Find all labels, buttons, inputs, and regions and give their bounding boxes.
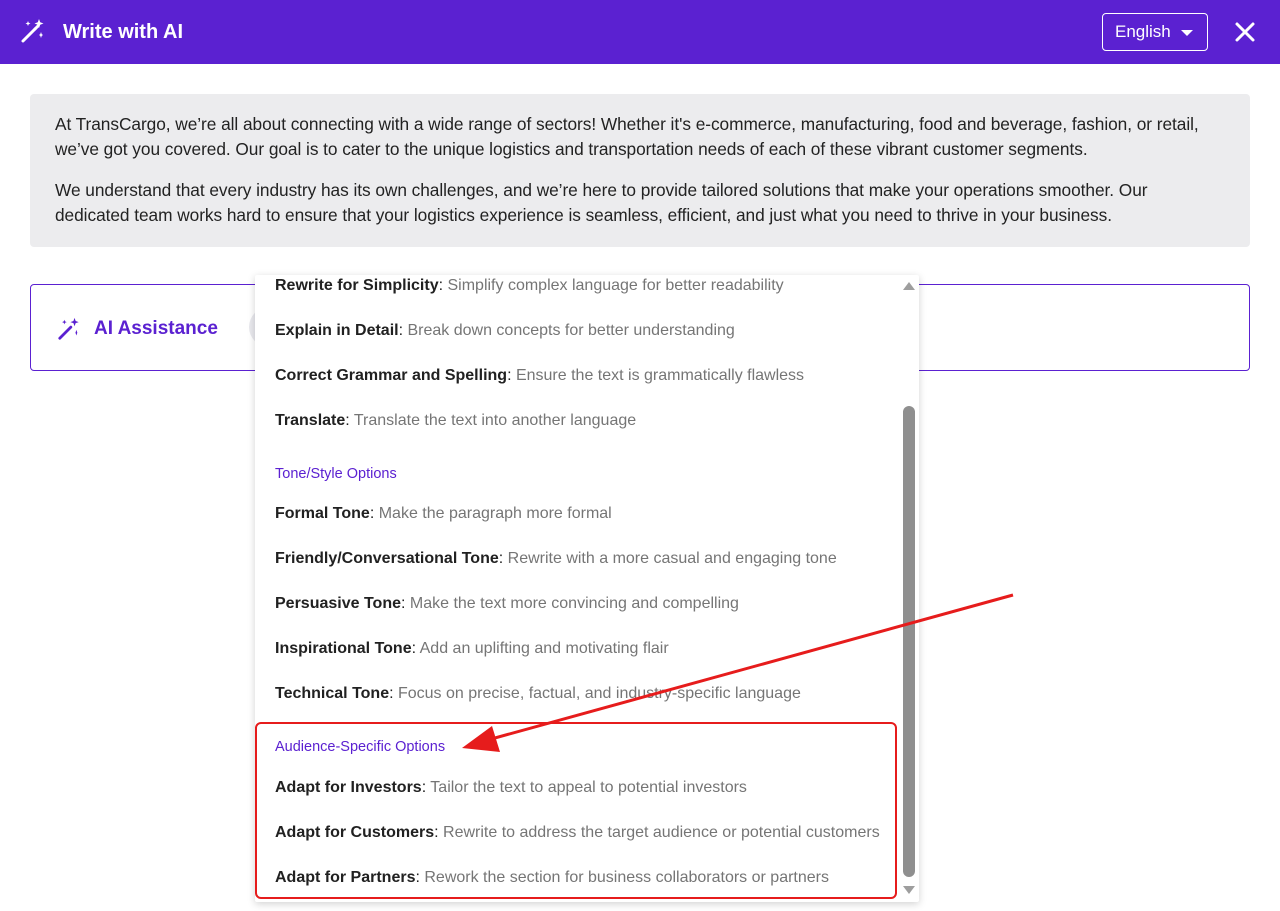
- magic-wand-icon: [58, 317, 79, 340]
- menu-item-description: Break down concepts for better understan…: [407, 322, 735, 339]
- section-heading-tone: Tone/Style Options: [275, 466, 397, 482]
- menu-item-description: Translate the text into another language: [353, 412, 637, 429]
- menu-item-name: Translate: [275, 412, 346, 429]
- menu-item-friendly-tone[interactable]: Friendly/Conversational Tone: Rewrite wi…: [275, 549, 837, 569]
- menu-item-description: Make the paragraph more formal: [378, 505, 612, 522]
- menu-item-inspirational-tone[interactable]: Inspirational Tone: Add an uplifting and…: [275, 639, 669, 659]
- menu-item-technical-tone[interactable]: Technical Tone: Focus on precise, factua…: [275, 684, 801, 704]
- menu-item-description: Add an uplifting and motivating flair: [419, 640, 669, 657]
- dialog-title: Write with AI: [63, 21, 183, 43]
- menu-item-separator: :: [507, 367, 516, 384]
- menu-item-description: Make the text more convincing and compel…: [409, 595, 739, 612]
- menu-item-name: Explain in Detail: [275, 322, 399, 339]
- menu-item-persuasive-tone[interactable]: Persuasive Tone: Make the text more conv…: [275, 594, 739, 614]
- menu-item-separator: :: [400, 595, 410, 612]
- language-select[interactable]: English: [1102, 13, 1208, 51]
- paragraph: We understand that every industry has it…: [55, 180, 1148, 225]
- menu-item-separator: :: [411, 640, 420, 657]
- menu-item-explain-detail[interactable]: Explain in Detail: Break down concepts f…: [275, 321, 735, 341]
- menu-item-separator: :: [369, 505, 379, 522]
- source-text-panel: At TransCargo, we’re all about connectin…: [30, 94, 1250, 247]
- menu-item-translate[interactable]: Translate: Translate the text into anoth…: [275, 411, 636, 431]
- menu-item-formal-tone[interactable]: Formal Tone: Make the paragraph more for…: [275, 504, 612, 524]
- menu-item-name: Technical Tone: [275, 685, 390, 702]
- language-select-value: English: [1115, 22, 1171, 41]
- menu-item-description: Ensure the text is grammatically flawles…: [515, 367, 805, 384]
- menu-item-name: Friendly/Conversational Tone: [275, 550, 499, 567]
- chevron-down-icon: [1181, 30, 1193, 36]
- menu-item-description: Rewrite with a more casual and engaging …: [507, 550, 837, 567]
- menu-item-separator: :: [345, 412, 354, 429]
- menu-item-description: Focus on precise, factual, and industry-…: [397, 685, 801, 702]
- menu-item-separator: :: [498, 550, 508, 567]
- menu-item-name: Correct Grammar and Spelling: [275, 367, 508, 384]
- menu-item-correct-grammar[interactable]: Correct Grammar and Spelling: Ensure the…: [275, 366, 804, 386]
- menu-item-description: Simplify complex language for better rea…: [447, 277, 784, 294]
- app-header: Write with AI English: [0, 0, 1280, 64]
- menu-item-name: Rewrite for Simplicity: [275, 277, 439, 294]
- menu-item-name: Formal Tone: [275, 505, 370, 522]
- ai-assistance-label: AI Assistance: [94, 318, 218, 339]
- menu-item-rewrite-simplicity[interactable]: Rewrite for Simplicity: Simplify complex…: [275, 276, 784, 296]
- menu-item-name: Inspirational Tone: [275, 640, 412, 657]
- menu-item-name: Persuasive Tone: [275, 595, 401, 612]
- scroll-up-arrow-icon[interactable]: [903, 282, 915, 290]
- paragraph: At TransCargo, we’re all about connectin…: [55, 114, 1199, 159]
- scroll-down-arrow-icon[interactable]: [903, 886, 915, 894]
- magic-wand-icon: [21, 19, 44, 43]
- scrollbar-thumb[interactable]: [903, 406, 915, 877]
- annotation-highlight-box: [255, 722, 897, 899]
- menu-item-separator: :: [389, 685, 398, 702]
- close-icon[interactable]: [1232, 19, 1258, 45]
